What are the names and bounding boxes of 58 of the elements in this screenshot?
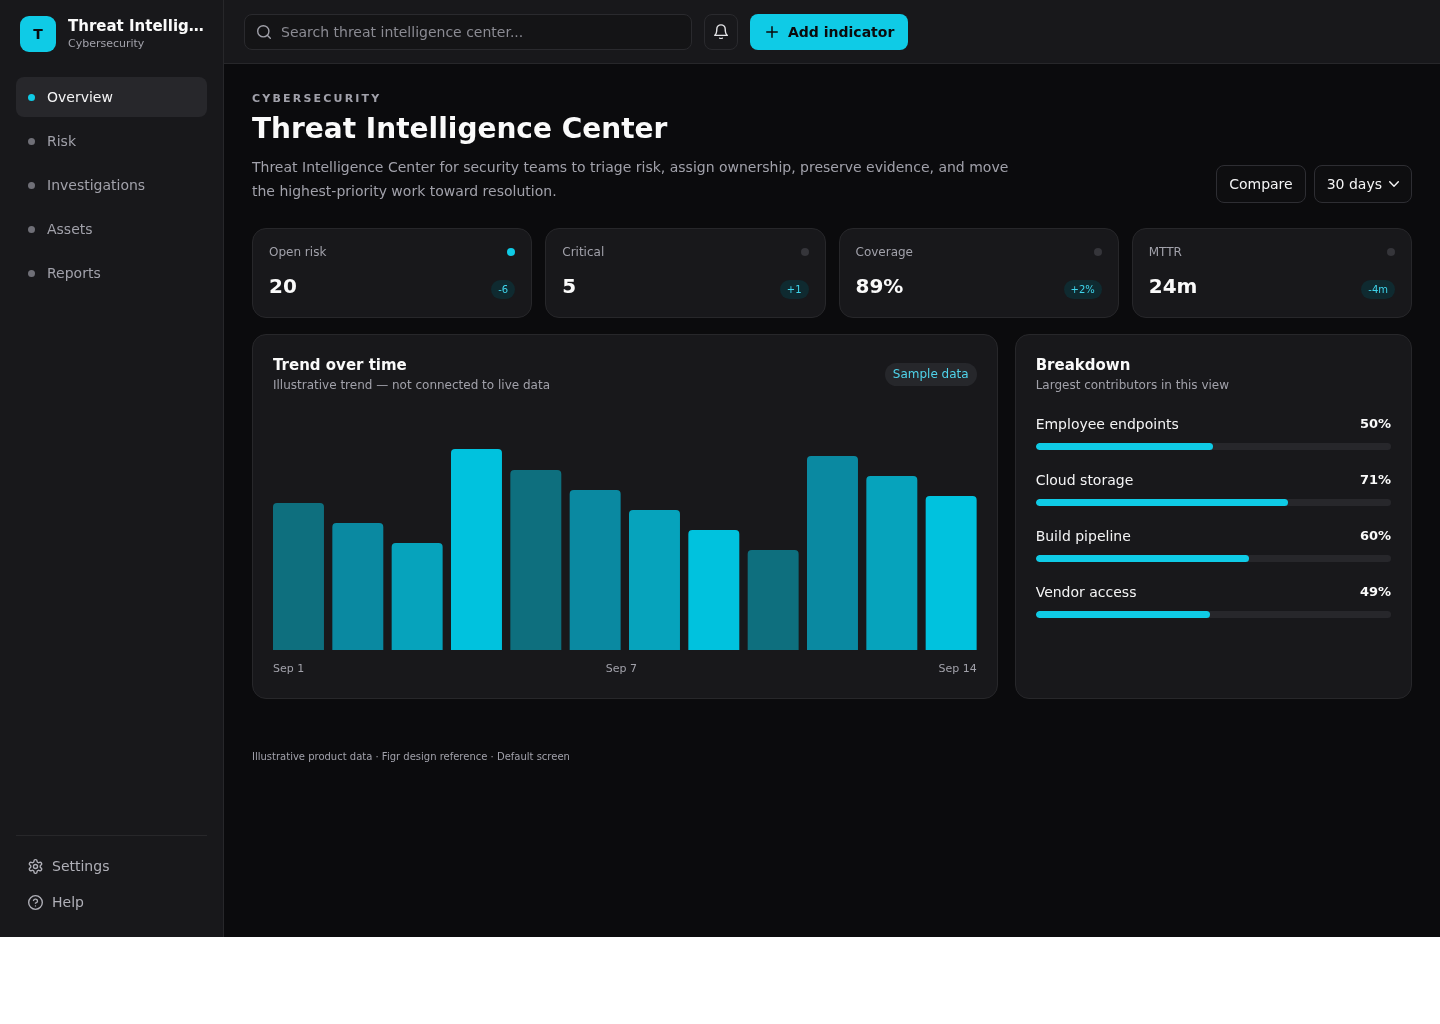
bell-icon	[714, 24, 728, 39]
brand-logo: T	[20, 16, 56, 52]
kpi-value: 24m	[1148, 273, 1198, 300]
breakdown-value: 50%	[1359, 416, 1391, 432]
dot-icon	[28, 137, 35, 145]
axis-label: Sep 1	[273, 662, 305, 676]
breakdown-value: 49%	[1359, 584, 1391, 600]
compare-button[interactable]: Compare	[1216, 165, 1306, 203]
change-badge: +2%	[1063, 280, 1102, 299]
nav-item[interactable]: Assets	[16, 209, 207, 249]
card-subtitle: Largest contributors in this view	[1035, 377, 1231, 393]
nav-item[interactable]: Reports	[16, 253, 207, 293]
breakdown-value: 71%	[1359, 472, 1391, 488]
app-title: Threat Intellig…	[68, 17, 204, 36]
dot-icon	[28, 93, 35, 101]
search-icon	[257, 24, 271, 39]
kpi-label: Coverage	[855, 244, 913, 260]
kpi-value: 89%	[855, 273, 904, 300]
kpi-label: Open risk	[269, 244, 327, 260]
settings-icon	[28, 858, 43, 874]
nav-item[interactable]: Risk	[16, 121, 207, 161]
page-title: Threat Intelligence Center	[252, 111, 669, 147]
breakdown-label: Employee endpoints	[1035, 415, 1179, 434]
kpi-value: 20	[269, 273, 297, 300]
settings-link[interactable]: Settings	[16, 848, 207, 884]
chevron-down-icon	[1389, 181, 1399, 187]
dot-icon	[28, 269, 35, 277]
change-badge: -6	[491, 280, 516, 299]
axis-label: Sep 7	[605, 662, 637, 676]
app-subtitle: Cybersecurity	[68, 37, 146, 51]
breakdown-label: Vendor access	[1035, 583, 1137, 602]
kpi-label: Critical	[562, 244, 605, 260]
breakdown-value: 60%	[1359, 528, 1391, 544]
card-title: Trend over time	[273, 355, 408, 375]
sample-data-badge: Sample data	[884, 362, 977, 386]
help-link[interactable]: Help	[16, 884, 207, 920]
breakdown-label: Cloud storage	[1035, 471, 1134, 490]
nav-item[interactable]: Investigations	[16, 165, 207, 205]
section-eyebrow: CYBERSECURITY	[252, 92, 383, 106]
dot-icon	[28, 181, 35, 189]
dot-icon	[28, 225, 35, 233]
notifications-button[interactable]	[704, 13, 738, 50]
kpi-label: MTTR	[1148, 244, 1182, 260]
page-description: Threat Intelligence Center for security teams to triage risk, assign ownership, preserve evidence, and move the highest-priority work toward resolution.	[252, 158, 1010, 201]
nav-item[interactable]: Overview	[16, 77, 207, 117]
card-subtitle: Illustrative trend — not connected to live data	[273, 377, 550, 393]
breakdown-label: Build pipeline	[1035, 527, 1131, 546]
change-badge: +1	[779, 280, 809, 299]
date-range-dropdown[interactable]: 30 days	[1313, 165, 1412, 203]
axis-label: Sep 14	[938, 662, 977, 676]
kpi-value: 5	[562, 273, 577, 300]
add-indicator-button[interactable]: Add indicator	[750, 13, 909, 50]
card-title: Breakdown	[1035, 355, 1132, 375]
footer-note: Illustrative product data · Figr design reference · Default screen	[252, 751, 570, 762]
search-field[interactable]: Search threat intelligence center...	[244, 13, 692, 50]
plus-icon	[766, 25, 778, 38]
change-badge: -4m	[1361, 280, 1395, 299]
help-icon	[28, 894, 43, 910]
